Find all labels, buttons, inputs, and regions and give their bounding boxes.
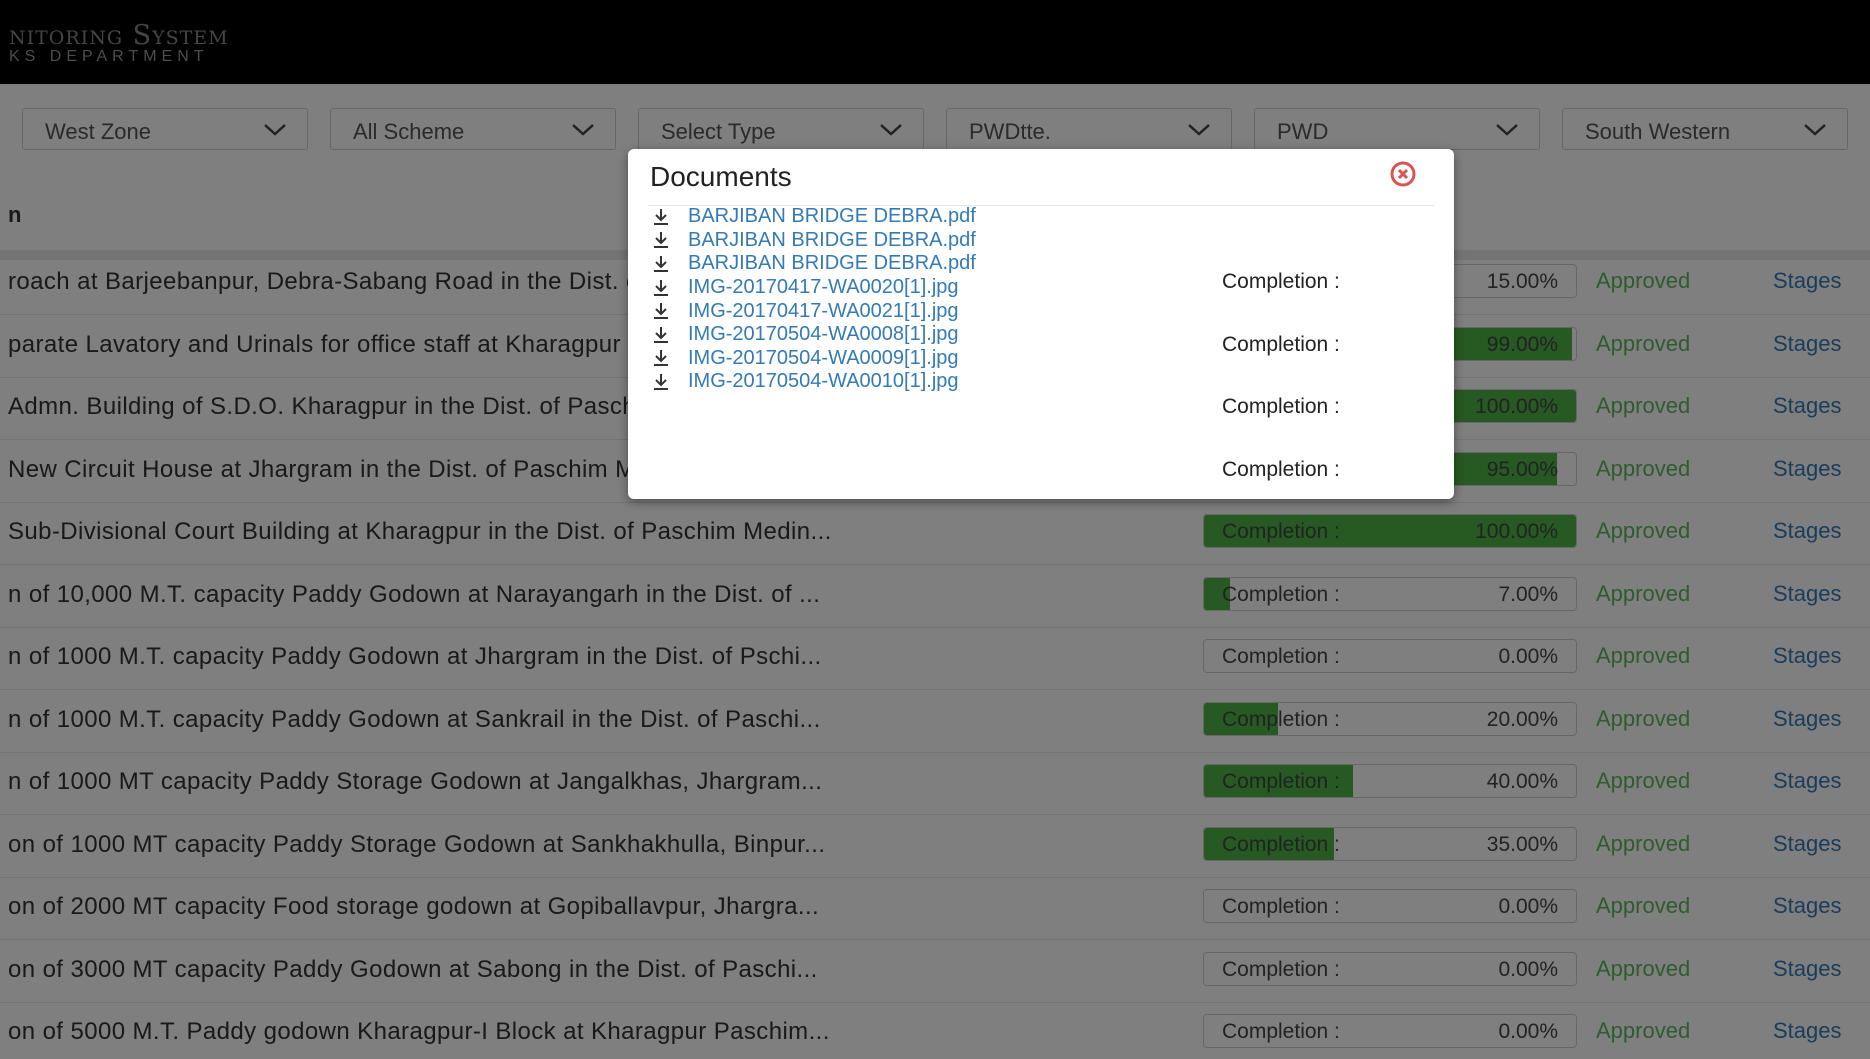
document-filename: IMG-20170417-WA0021[1].jpg xyxy=(688,299,959,322)
completion-value: 15.00% xyxy=(1486,270,1558,293)
document-filename: IMG-20170417-WA0020[1].jpg xyxy=(688,276,959,299)
completion-value: 95.00% xyxy=(1486,457,1558,481)
completion-value: 0.00% xyxy=(1498,645,1558,668)
document-link[interactable]: BARJIBAN BRIDGE DEBRA.pdf xyxy=(652,205,976,229)
document-list: BARJIBAN BRIDGE DEBRA.pdf BARJIBAN BRIDGE… xyxy=(652,205,976,394)
completion-value: 100.00% xyxy=(1475,395,1558,418)
document-link[interactable]: BARJIBAN BRIDGE DEBRA.pdf xyxy=(652,252,976,276)
completion-label: Completion : xyxy=(1222,332,1340,356)
completion-value: 20.00% xyxy=(1486,707,1558,731)
completion-label: Completion : xyxy=(1222,520,1340,543)
document-filename: BARJIBAN BRIDGE DEBRA.pdf xyxy=(688,252,976,275)
download-icon xyxy=(654,326,668,343)
completion-label: Completion : xyxy=(1222,707,1340,731)
document-link[interactable]: IMG-20170504-WA0009[1].jpg xyxy=(652,347,976,371)
completion-value: 0.00% xyxy=(1498,1020,1558,1043)
close-circle-icon[interactable] xyxy=(1390,161,1416,187)
download-icon xyxy=(654,373,668,390)
completion-label: Completion : xyxy=(1222,770,1340,793)
document-link[interactable]: IMG-20170504-WA0008[1].jpg xyxy=(652,323,976,347)
document-filename: IMG-20170504-WA0008[1].jpg xyxy=(688,323,959,346)
completion-value: 99.00% xyxy=(1486,332,1558,356)
completion-label: Completion : xyxy=(1222,645,1340,668)
document-link[interactable]: IMG-20170504-WA0010[1].jpg xyxy=(652,370,976,394)
completion-value: 7.00% xyxy=(1498,582,1558,606)
download-icon xyxy=(654,208,668,225)
download-icon xyxy=(654,279,668,296)
completion-value: 0.00% xyxy=(1498,895,1558,918)
completion-label: Completion : xyxy=(1222,395,1340,418)
download-icon xyxy=(654,350,668,367)
document-filename: BARJIBAN BRIDGE DEBRA.pdf xyxy=(688,205,976,228)
completion-value: 40.00% xyxy=(1486,770,1558,793)
document-link[interactable]: IMG-20170417-WA0021[1].jpg xyxy=(652,299,976,323)
completion-label: Completion : xyxy=(1222,957,1340,981)
download-icon xyxy=(654,255,668,272)
document-filename: BARJIBAN BRIDGE DEBRA.pdf xyxy=(688,228,976,251)
completion-value: 0.00% xyxy=(1498,957,1558,981)
completion-label: Completion : xyxy=(1222,1020,1340,1043)
completion-label: Completion : xyxy=(1222,895,1340,918)
document-link[interactable]: BARJIBAN BRIDGE DEBRA.pdf xyxy=(652,229,976,253)
download-icon xyxy=(654,303,668,320)
completion-label: Completion : xyxy=(1222,582,1340,606)
completion-label: Completion : xyxy=(1222,457,1340,481)
completion-value: 35.00% xyxy=(1486,832,1558,856)
modal-title: Documents xyxy=(650,161,792,192)
completion-label: Completion : xyxy=(1222,832,1340,856)
document-filename: IMG-20170504-WA0010[1].jpg xyxy=(688,370,959,393)
download-icon xyxy=(654,232,668,249)
document-filename: IMG-20170504-WA0009[1].jpg xyxy=(688,346,959,369)
document-link[interactable]: IMG-20170417-WA0020[1].jpg xyxy=(652,276,976,300)
completion-label: Completion : xyxy=(1222,270,1340,293)
documents-modal: Documents BARJIBAN BRIDGE DEBRA.pdf BARJI… xyxy=(628,149,1454,499)
completion-value: 100.00% xyxy=(1475,520,1558,543)
page: nitoring System KS DEPARTMENT West Zone … xyxy=(0,0,1870,1059)
